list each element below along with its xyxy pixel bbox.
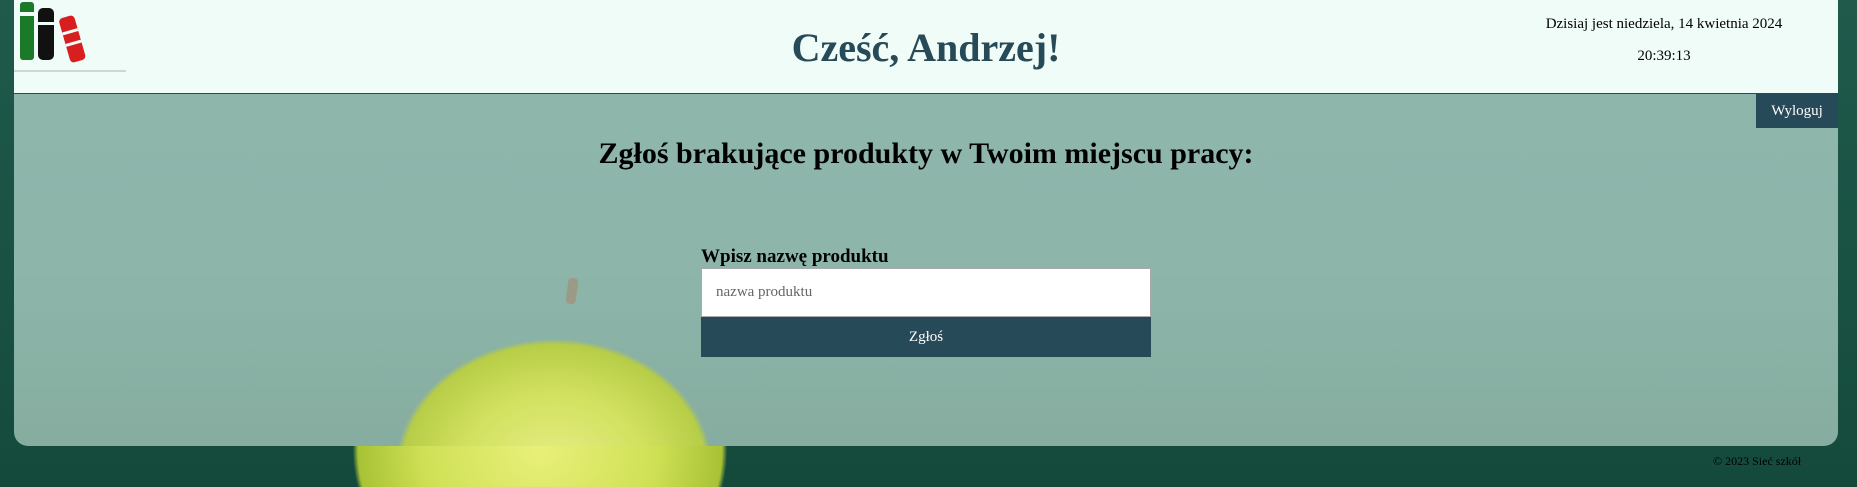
page-heading: Zgłoś brakujące produkty w Twoim miejscu…: [598, 137, 1254, 170]
logout-button[interactable]: Wyloguj: [1756, 94, 1838, 128]
page-header: Cześć, Andrzej! Dzisiaj jest niedziela, …: [14, 0, 1838, 94]
submit-report-button[interactable]: Zgłoś: [701, 317, 1151, 357]
apple-stem: [565, 277, 579, 305]
product-name-input[interactable]: [701, 268, 1151, 317]
current-time: 20:39:13: [1637, 48, 1691, 64]
product-name-label: Wpisz nazwę produktu: [701, 246, 889, 267]
main-card: Cześć, Andrzej! Dzisiaj jest niedziela, …: [14, 0, 1838, 446]
footer-copyright: © 2023 Sieć szkół: [1713, 454, 1802, 468]
report-form: Wpisz nazwę produktu Zgłoś: [701, 246, 1151, 357]
current-date: Dzisiaj jest niedziela, 14 kwietnia 2024: [1545, 16, 1783, 32]
